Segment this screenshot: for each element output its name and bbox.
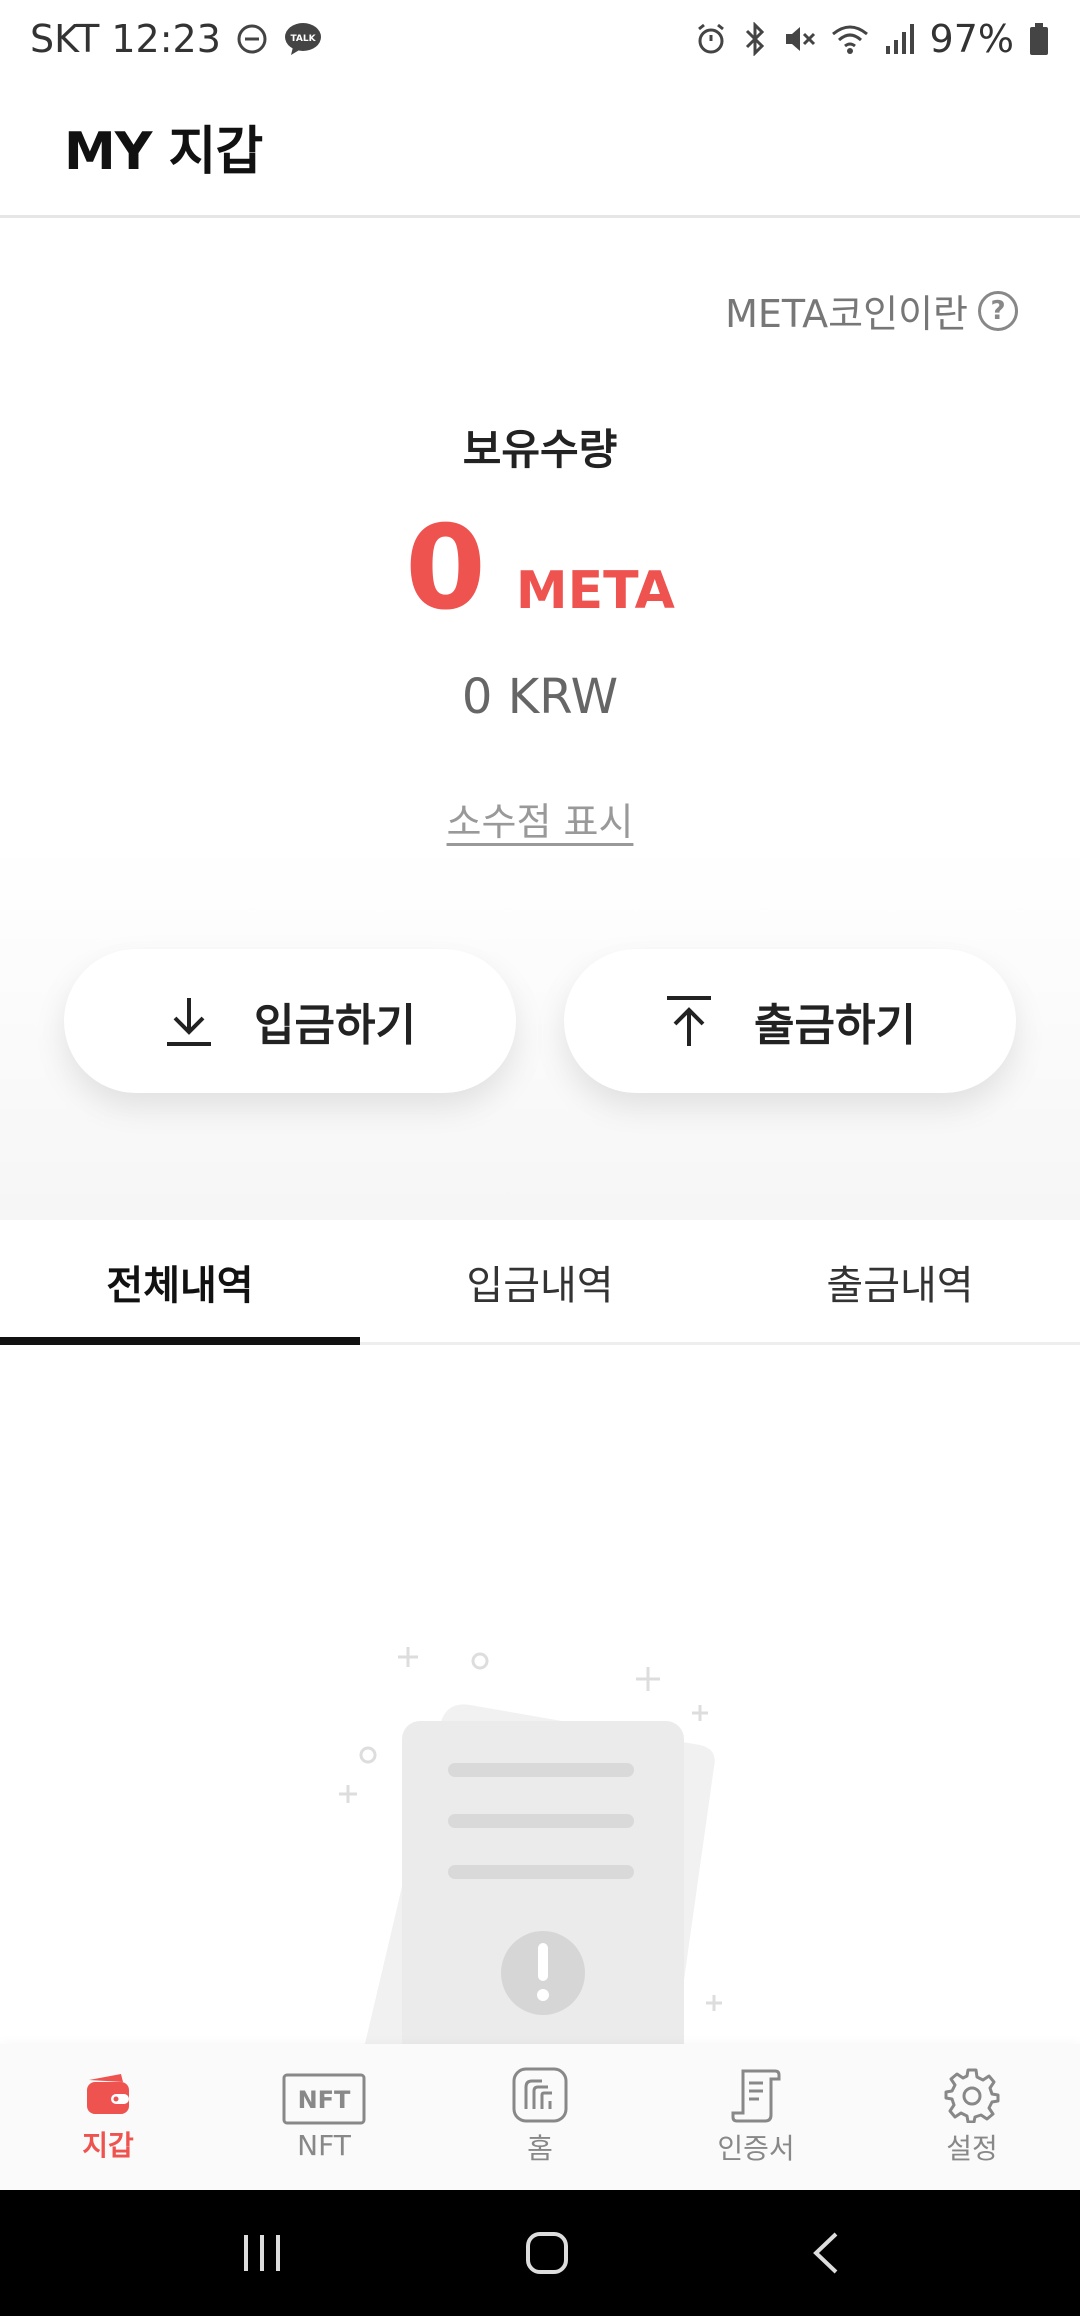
home-icon bbox=[512, 2067, 568, 2123]
download-icon bbox=[164, 994, 214, 1048]
krw-value: 0 KRW bbox=[461, 669, 619, 725]
tab-all-history[interactable]: 전체내역 bbox=[0, 1222, 360, 1345]
home-button-icon[interactable] bbox=[525, 2231, 569, 2275]
withdraw-button[interactable]: 출금하기 bbox=[564, 949, 1016, 1093]
wifi-icon bbox=[830, 22, 870, 56]
page-title: MY 지갑 bbox=[64, 122, 263, 182]
history-tabs: 전체내역 입금내역 출금내역 bbox=[0, 1222, 1080, 1345]
battery-icon bbox=[1028, 22, 1050, 56]
nav-home[interactable]: 홈 bbox=[432, 2044, 648, 2190]
holding-label: 보유수량 bbox=[462, 425, 618, 474]
upload-icon bbox=[664, 994, 714, 1048]
nav-settings-label: 설정 bbox=[946, 2132, 998, 2165]
dnd-icon bbox=[235, 22, 269, 56]
nav-nft[interactable]: NFT NFT bbox=[216, 2044, 432, 2190]
certificate-icon bbox=[729, 2067, 783, 2123]
bluetooth-icon bbox=[742, 22, 768, 56]
nav-wallet-label: 지갑 bbox=[82, 2129, 134, 2162]
empty-document-illustration bbox=[339, 1647, 722, 2045]
balance-amount: 0 META bbox=[0, 511, 1080, 627]
battery-percent: 97% bbox=[929, 17, 1014, 61]
tab-withdraw-history[interactable]: 출금내역 bbox=[720, 1222, 1080, 1342]
wallet-icon bbox=[83, 2070, 133, 2120]
nft-icon: NFT bbox=[282, 2073, 366, 2125]
nav-settings[interactable]: 설정 bbox=[864, 2044, 1080, 2190]
talk-icon: TALK bbox=[283, 21, 323, 57]
alarm-icon bbox=[694, 22, 728, 56]
nft-badge-text: NFT bbox=[298, 2086, 351, 2114]
nav-certificate-label: 인증서 bbox=[717, 2132, 795, 2165]
deposit-label: 입금하기 bbox=[254, 1000, 416, 1051]
signal-icon bbox=[884, 22, 916, 56]
status-left: SKT 12:23 TALK bbox=[30, 17, 323, 61]
nav-wallet[interactable]: 지갑 bbox=[0, 2044, 216, 2190]
nav-home-label: 홈 bbox=[527, 2132, 553, 2165]
amount-unit: META bbox=[515, 561, 675, 621]
app-header: MY 지갑 bbox=[0, 78, 1080, 218]
status-right: 97% bbox=[694, 17, 1050, 61]
help-icon: ? bbox=[978, 290, 1018, 331]
nav-nft-label: NFT bbox=[297, 2128, 351, 2162]
amount-value: 0 bbox=[405, 501, 486, 636]
meta-info-label: META코인이란 bbox=[725, 292, 968, 336]
action-buttons: 입금하기 출금하기 bbox=[64, 949, 1016, 1093]
back-icon[interactable] bbox=[810, 2231, 840, 2275]
recent-apps-icon[interactable] bbox=[240, 2233, 284, 2273]
mute-icon bbox=[782, 22, 816, 56]
balance-card: META코인이란 ? 보유수량 0 META 0 KRW 소수점 표시 입금하기… bbox=[0, 221, 1080, 1220]
decimal-toggle-wrap: 소수점 표시 bbox=[0, 791, 1080, 846]
tab-deposit-history[interactable]: 입금내역 bbox=[360, 1222, 720, 1342]
status-bar: SKT 12:23 TALK 97% bbox=[0, 0, 1080, 78]
deposit-button[interactable]: 입금하기 bbox=[64, 949, 516, 1093]
carrier-time: SKT 12:23 bbox=[30, 17, 221, 61]
nav-certificate[interactable]: 인증서 bbox=[648, 2044, 864, 2190]
decimal-toggle-link[interactable]: 소수점 표시 bbox=[447, 800, 634, 844]
meta-info-link[interactable]: META코인이란 ? bbox=[725, 283, 1018, 338]
settings-icon bbox=[944, 2067, 1000, 2123]
empty-history-area bbox=[0, 1345, 1080, 2045]
svg-text:TALK: TALK bbox=[290, 34, 316, 44]
withdraw-label: 출금하기 bbox=[754, 1000, 916, 1051]
bottom-nav: 지갑 NFT NFT 홈 인증서 설정 bbox=[0, 2044, 1080, 2190]
system-nav-bar bbox=[0, 2190, 1080, 2316]
